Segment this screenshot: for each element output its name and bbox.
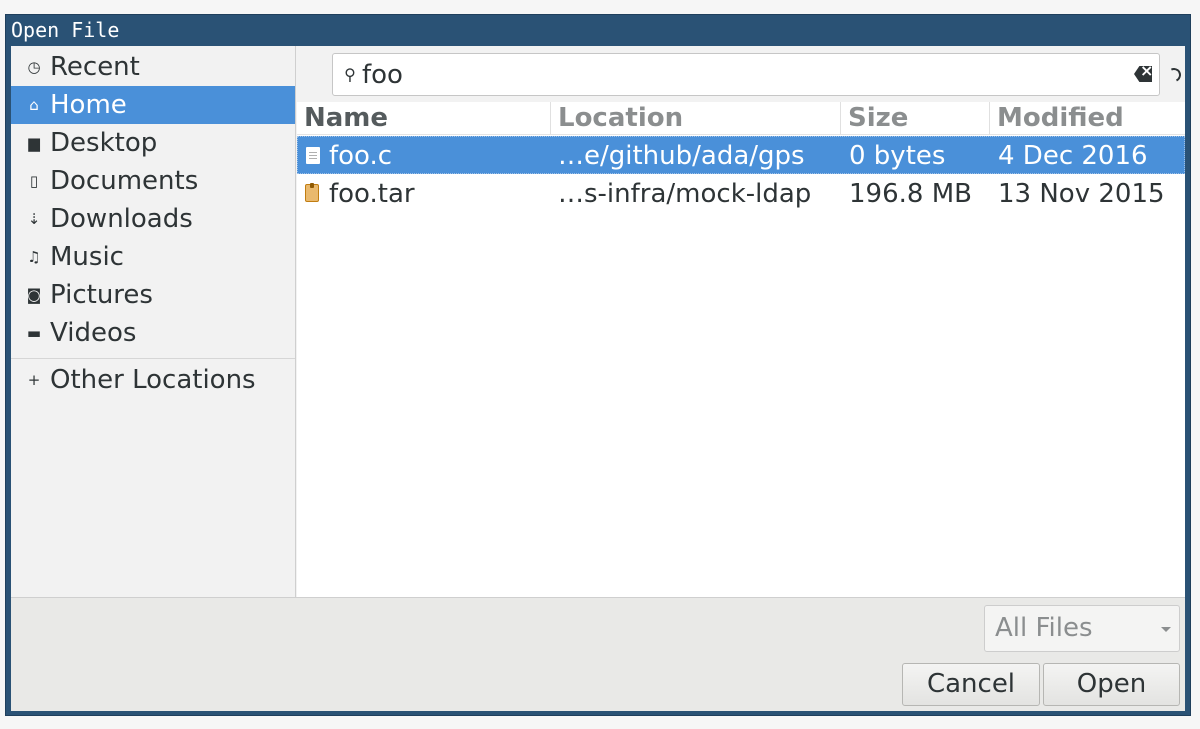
sidebar-item-label: Pictures	[50, 280, 153, 310]
file-filter-value: All Files	[995, 613, 1093, 643]
file-filter-dropdown[interactable]: All Files	[984, 605, 1180, 652]
dialog-body: ◷ Recent ⌂ Home ▆ Desktop ▯ Documents ⇣ …	[11, 46, 1185, 711]
column-header-modified[interactable]: Modified	[989, 102, 1185, 135]
sidebar-item-home[interactable]: ⌂ Home	[11, 86, 295, 124]
sidebar-item-label: Recent	[50, 52, 140, 82]
file-modified: 4 Dec 2016	[998, 141, 1148, 171]
file-name: foo.c	[329, 141, 393, 171]
chevron-down-icon	[1161, 627, 1171, 632]
open-button[interactable]: Open	[1043, 663, 1180, 706]
sidebar-item-music[interactable]: ♫ Music	[11, 238, 295, 276]
cancel-button[interactable]: Cancel	[902, 663, 1040, 706]
plus-icon: +	[27, 371, 41, 389]
file-name: foo.tar	[329, 179, 415, 209]
sidebar-item-documents[interactable]: ▯ Documents	[11, 162, 295, 200]
file-browser: ⚲ Name Location Size Modified foo.c …e/g…	[297, 46, 1185, 597]
text-file-icon	[306, 147, 320, 164]
document-icon: ▯	[29, 172, 39, 190]
table-row[interactable]: foo.tar …s-infra/mock-ldap 196.8 MB 13 N…	[297, 175, 1185, 213]
folder-icon: ▆	[28, 134, 40, 152]
sidebar-item-label: Downloads	[50, 204, 193, 234]
column-header-size[interactable]: Size	[840, 102, 989, 135]
sidebar-divider	[11, 358, 295, 359]
sidebar-item-label: Videos	[50, 318, 137, 348]
sidebar-item-label: Desktop	[50, 128, 158, 158]
camera-icon: ◙	[26, 286, 42, 304]
sidebar-item-desktop[interactable]: ▆ Desktop	[11, 124, 295, 162]
file-location: …e/github/ada/gps	[558, 141, 805, 171]
clear-icon[interactable]	[1134, 66, 1152, 82]
search-icon: ⚲	[344, 65, 356, 84]
sidebar-item-label: Other Locations	[50, 365, 256, 395]
home-icon: ⌂	[29, 96, 39, 114]
sidebar-item-label: Home	[50, 90, 127, 120]
sidebar-item-other-locations[interactable]: + Other Locations	[11, 361, 295, 399]
sidebar-item-label: Music	[50, 242, 124, 272]
search-entry[interactable]: ⚲	[332, 53, 1160, 96]
places-sidebar: ◷ Recent ⌂ Home ▆ Desktop ▯ Documents ⇣ …	[11, 46, 296, 597]
window-title: Open File	[11, 18, 120, 42]
search-bar: ⚲	[297, 46, 1185, 102]
action-area: All Files Cancel Open	[11, 598, 1185, 711]
clock-icon: ◷	[27, 58, 41, 76]
archive-icon	[305, 183, 319, 202]
music-icon: ♫	[27, 248, 41, 266]
open-file-dialog: Open File ◷ Recent ⌂ Home ▆ Desktop ▯ Do…	[5, 14, 1191, 716]
column-header-location[interactable]: Location	[550, 102, 840, 135]
column-header-name[interactable]: Name	[297, 102, 550, 135]
file-size: 196.8 MB	[849, 179, 972, 209]
download-icon: ⇣	[27, 210, 41, 228]
table-row[interactable]: foo.c …e/github/ada/gps 0 bytes 4 Dec 20…	[297, 136, 1185, 174]
file-modified: 13 Nov 2015	[998, 179, 1165, 209]
file-size: 0 bytes	[849, 141, 946, 171]
video-icon: ▬	[26, 324, 42, 342]
loading-spinner-icon	[1165, 66, 1183, 84]
sidebar-item-pictures[interactable]: ◙ Pictures	[11, 276, 295, 314]
sidebar-item-label: Documents	[50, 166, 199, 196]
file-location: …s-infra/mock-ldap	[558, 179, 812, 209]
sidebar-item-videos[interactable]: ▬ Videos	[11, 314, 295, 352]
search-input[interactable]	[362, 59, 1122, 90]
sidebar-item-downloads[interactable]: ⇣ Downloads	[11, 200, 295, 238]
sidebar-item-recent[interactable]: ◷ Recent	[11, 48, 295, 86]
